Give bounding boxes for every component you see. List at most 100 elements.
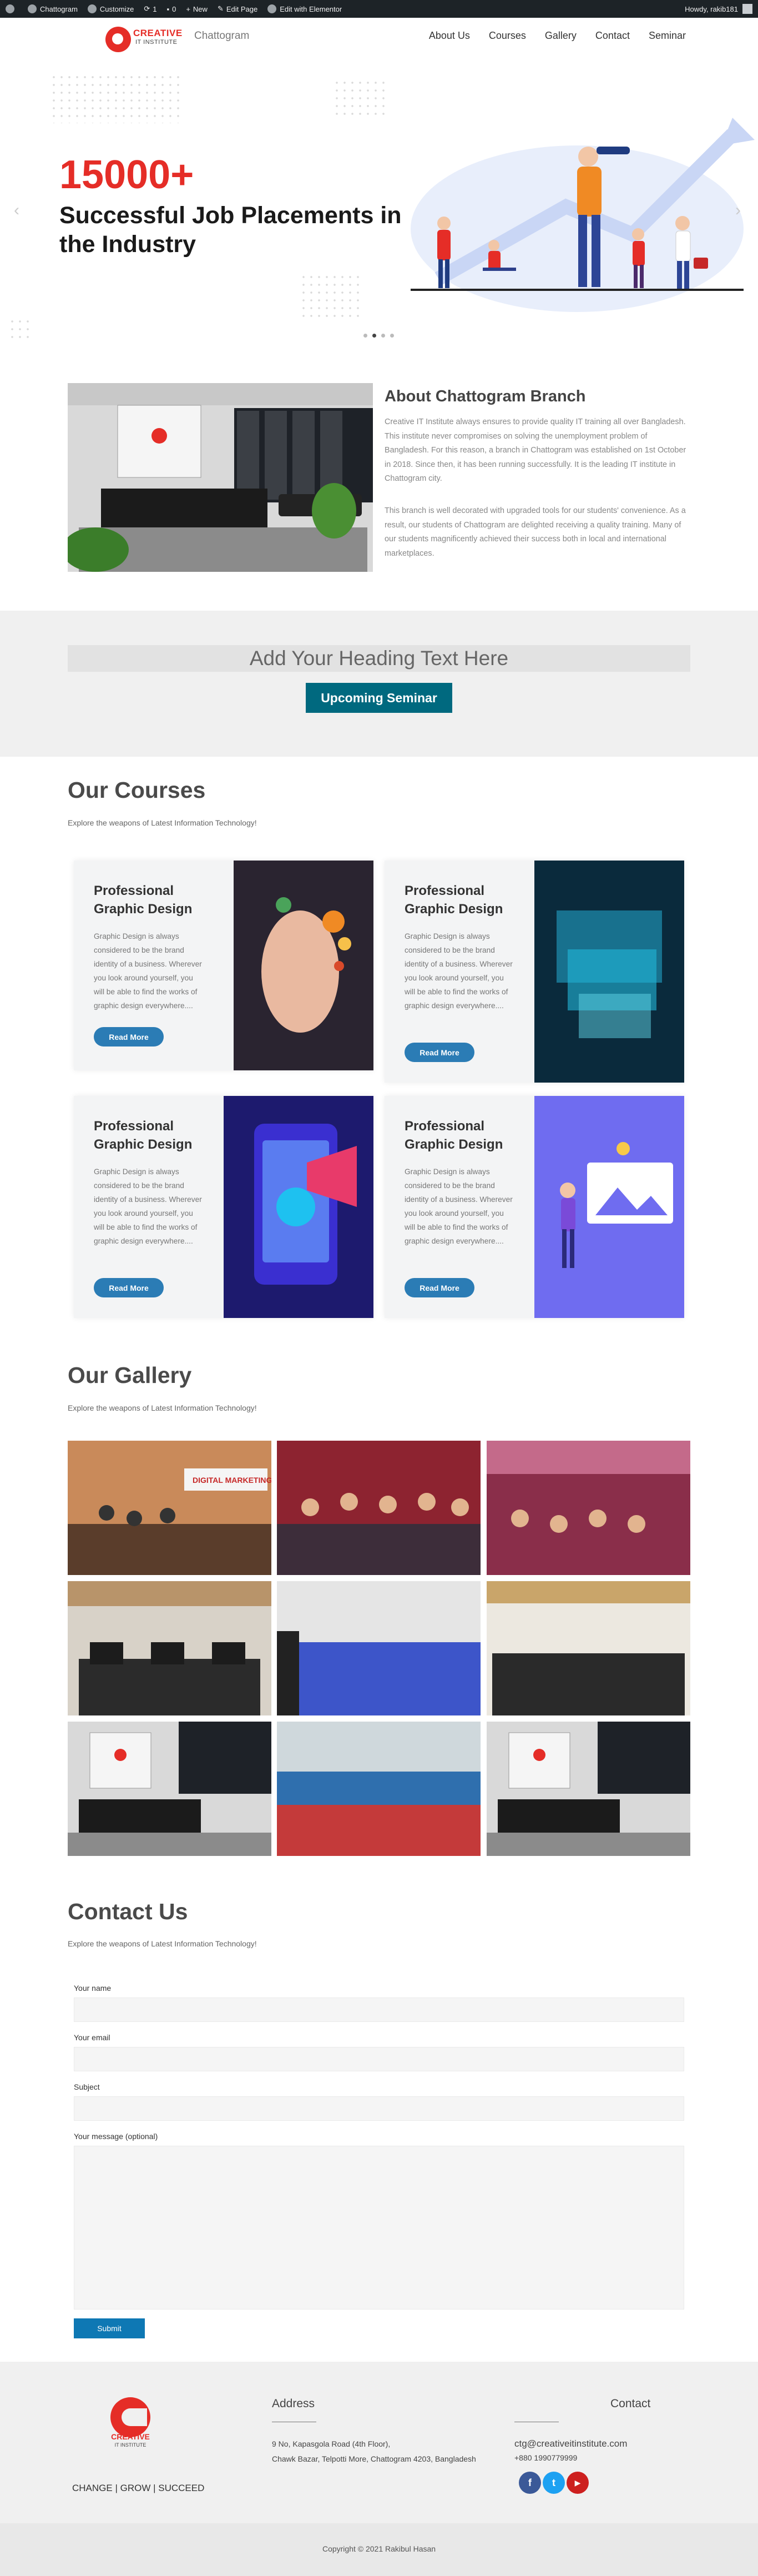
pencil-icon: ✎ bbox=[217, 4, 224, 13]
gallery-title: Our Gallery bbox=[68, 1362, 192, 1388]
admin-site-name[interactable]: Chattogram bbox=[28, 4, 78, 13]
course-image bbox=[224, 1096, 373, 1318]
contact-title-footer: Contact bbox=[610, 2397, 651, 2410]
hero-headline-text: Successful Job Placements in the Industr… bbox=[59, 202, 402, 258]
seminar-heading: Add Your Heading Text Here bbox=[68, 645, 690, 672]
gallery-photo[interactable] bbox=[487, 1722, 690, 1856]
dot-pattern bbox=[50, 73, 183, 123]
hero-slider: 15000+ Successful Job Placements in the … bbox=[0, 62, 758, 365]
gallery-photo[interactable] bbox=[68, 1581, 271, 1715]
seminar-section: Add Your Heading Text Here Upcoming Semi… bbox=[0, 611, 758, 757]
nav-courses[interactable]: Courses bbox=[489, 30, 526, 42]
admin-comments[interactable]: ▪ 0 bbox=[166, 5, 176, 13]
slide-dot[interactable] bbox=[363, 334, 367, 338]
site-logo[interactable]: CREATIVE IT INSTITUTE bbox=[105, 24, 189, 52]
brush-icon bbox=[87, 4, 97, 13]
gallery-photo[interactable] bbox=[277, 1722, 481, 1856]
about-title: About Chattogram Branch bbox=[385, 388, 586, 405]
gallery-photo[interactable] bbox=[68, 1722, 271, 1856]
read-more-button[interactable]: Read More bbox=[94, 1278, 164, 1297]
logo-name: CREATIVE bbox=[133, 28, 183, 38]
course-description: Graphic Design is always considered to b… bbox=[94, 1168, 202, 1245]
gallery-photo[interactable]: DIGITAL MARKETING bbox=[68, 1441, 271, 1575]
read-more-button[interactable]: Read More bbox=[94, 1027, 164, 1046]
read-more-button[interactable]: Read More bbox=[405, 1278, 474, 1297]
about-branch-photo bbox=[68, 383, 373, 572]
elementor-icon bbox=[267, 4, 277, 13]
course-image bbox=[534, 1096, 684, 1318]
course-title: Professional Graphic Design bbox=[94, 883, 193, 917]
site-footer: CREATIVE IT INSTITUTE CHANGE | GROW | SU… bbox=[0, 2362, 758, 2523]
admin-new[interactable]: + New bbox=[186, 5, 208, 13]
nav-about-us[interactable]: About Us bbox=[429, 30, 470, 42]
footer-email[interactable]: ctg@creativeitinstitute.com bbox=[514, 2438, 627, 2449]
subject-label: Subject bbox=[74, 2082, 100, 2091]
slide-dot[interactable] bbox=[390, 334, 394, 338]
admin-bar: Chattogram Customize ⟳ 1 ▪ 0 + New ✎ Edit Pa… bbox=[0, 0, 758, 18]
course-image bbox=[234, 861, 373, 1070]
avatar bbox=[742, 4, 752, 14]
email-input[interactable] bbox=[74, 2047, 684, 2071]
twitter-icon[interactable]: t bbox=[543, 2472, 565, 2494]
name-input[interactable] bbox=[74, 1998, 684, 2022]
copyright: Copyright © 2021 Rakibul Hasan bbox=[0, 2523, 758, 2576]
plus-icon: + bbox=[186, 4, 190, 13]
gallery-photo[interactable] bbox=[487, 1441, 690, 1575]
slider-next-arrow[interactable]: › bbox=[735, 201, 741, 220]
site-city: Chattogram bbox=[194, 30, 250, 42]
course-description: Graphic Design is always considered to b… bbox=[405, 932, 513, 1010]
admin-updates[interactable]: ⟳ 1 bbox=[144, 4, 156, 13]
courses-subtitle: Explore the weapons of Latest Informatio… bbox=[68, 818, 257, 827]
course-card: Professional Graphic Design Graphic Desi… bbox=[74, 861, 373, 1070]
course-card: Professional Graphic Design Graphic Desi… bbox=[74, 1096, 373, 1318]
svg-text:IT INSTITUTE: IT INSTITUTE bbox=[115, 2442, 146, 2448]
footer-logo: CREATIVE IT INSTITUTE bbox=[110, 2397, 150, 2448]
slider-prev-arrow[interactable]: ‹ bbox=[14, 201, 19, 220]
gallery-photo[interactable] bbox=[487, 1581, 690, 1715]
slide-dot-active[interactable] bbox=[372, 334, 376, 338]
nav-contact[interactable]: Contact bbox=[595, 30, 630, 42]
gallery-subtitle: Explore the weapons of Latest Informatio… bbox=[68, 1403, 257, 1412]
admin-account[interactable]: Howdy, rakib181 bbox=[685, 4, 752, 14]
submit-button[interactable]: Submit bbox=[74, 2318, 145, 2338]
admin-edit-page[interactable]: ✎ Edit Page bbox=[218, 4, 257, 13]
message-label: Your message (optional) bbox=[74, 2132, 158, 2141]
course-title: Professional Graphic Design bbox=[405, 883, 503, 917]
slide-dot[interactable] bbox=[381, 334, 385, 338]
dot-pattern bbox=[333, 79, 388, 118]
slider-pagination bbox=[363, 334, 394, 338]
gallery-photo[interactable] bbox=[277, 1441, 481, 1575]
svg-text:CREATIVE: CREATIVE bbox=[111, 2432, 150, 2441]
about-paragraph-1: Creative IT Institute always ensures to … bbox=[385, 417, 686, 483]
course-description: Graphic Design is always considered to b… bbox=[94, 932, 202, 1010]
about-paragraph-2: This branch is well decorated with upgra… bbox=[385, 506, 686, 558]
admin-edit-elementor[interactable]: Edit with Elementor bbox=[267, 4, 342, 13]
read-more-button[interactable]: Read More bbox=[405, 1043, 474, 1062]
footer-tagline: CHANGE | GROW | SUCCEED bbox=[72, 2483, 205, 2493]
dot-pattern bbox=[300, 273, 361, 318]
dot-pattern bbox=[8, 318, 31, 340]
message-textarea[interactable] bbox=[74, 2146, 684, 2310]
course-card: Professional Graphic Design Graphic Desi… bbox=[385, 1096, 684, 1318]
upcoming-seminar-button[interactable]: Upcoming Seminar bbox=[306, 683, 452, 713]
contact-title: Contact Us bbox=[68, 1899, 188, 1924]
address-line-2: Chawk Bazar, Telpotti More, Chattogram 4… bbox=[272, 2454, 476, 2463]
gallery-banner-text: DIGITAL MARKETING bbox=[193, 1476, 271, 1485]
course-card: Professional Graphic Design Graphic Desi… bbox=[385, 861, 684, 1083]
footer-phone: +880 1990779999 bbox=[514, 2453, 578, 2462]
nav-gallery[interactable]: Gallery bbox=[545, 30, 577, 42]
name-label: Your name bbox=[74, 1984, 112, 1993]
main-nav: About Us Courses Gallery Contact Seminar bbox=[429, 30, 686, 42]
comment-icon: ▪ bbox=[166, 4, 170, 13]
facebook-icon[interactable]: f bbox=[519, 2472, 541, 2494]
logo-sub: IT INSTITUTE bbox=[135, 39, 178, 46]
refresh-icon: ⟳ bbox=[144, 4, 150, 13]
site-header: CREATIVE IT INSTITUTE Chattogram About U… bbox=[0, 18, 758, 62]
wordpress-logo-icon[interactable] bbox=[6, 4, 18, 13]
admin-customize[interactable]: Customize bbox=[87, 4, 134, 13]
youtube-icon[interactable]: ▶ bbox=[567, 2472, 589, 2494]
subject-input[interactable] bbox=[74, 2096, 684, 2121]
address-line-1: 9 No, Kapasgola Road (4th Floor), bbox=[272, 2439, 391, 2448]
nav-seminar[interactable]: Seminar bbox=[649, 30, 686, 42]
gallery-photo[interactable] bbox=[277, 1581, 481, 1715]
